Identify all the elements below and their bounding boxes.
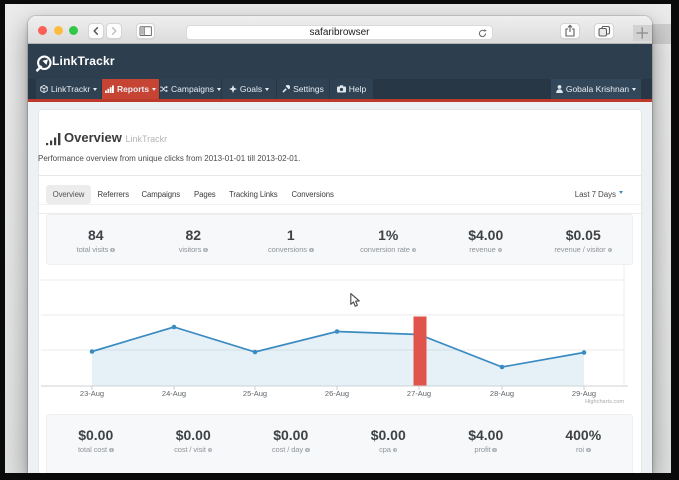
svg-text:26-Aug: 26-Aug [325,389,349,398]
svg-text:27-Aug: 27-Aug [407,389,431,398]
svg-text:25-Aug: 25-Aug [243,389,267,398]
svg-text:23-Aug: 23-Aug [80,389,104,398]
svg-text:29-Aug: 29-Aug [572,389,596,398]
svg-text:Highcharts.com: Highcharts.com [585,399,624,405]
svg-text:24-Aug: 24-Aug [162,389,186,398]
svg-text:28-Aug: 28-Aug [490,389,514,398]
